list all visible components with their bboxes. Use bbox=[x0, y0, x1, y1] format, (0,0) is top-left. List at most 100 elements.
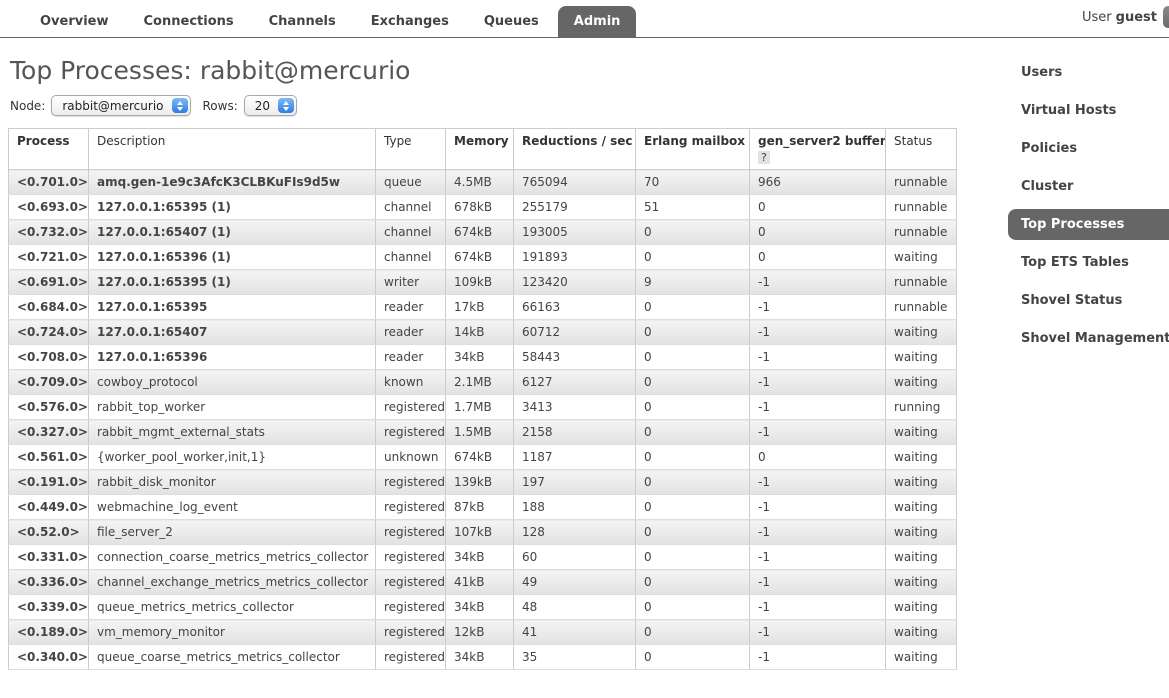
col-header-reductions-sec[interactable]: Reductions / sec bbox=[514, 129, 636, 170]
description-cell: channel_exchange_metrics_metrics_collect… bbox=[89, 570, 376, 595]
mailbox-cell: 0 bbox=[636, 645, 750, 670]
col-header-label: Reductions / sec bbox=[522, 134, 633, 148]
memory-cell: 12kB bbox=[446, 620, 514, 645]
col-header-label: Type bbox=[384, 134, 412, 148]
top-nav-bar: OverviewConnectionsChannelsExchangesQueu… bbox=[0, 0, 1169, 38]
type-cell: channel bbox=[376, 195, 446, 220]
mailbox-cell: 0 bbox=[636, 295, 750, 320]
col-header-gen-server2-buffer[interactable]: gen_server2 buffer? bbox=[750, 129, 886, 170]
description-cell: rabbit_top_worker bbox=[89, 395, 376, 420]
table-row: <0.576.0>rabbit_top_workerregistered1.7M… bbox=[9, 395, 957, 420]
description-cell[interactable]: 127.0.0.1:65407 bbox=[89, 320, 376, 345]
description-cell[interactable]: 127.0.0.1:65396 (1) bbox=[89, 245, 376, 270]
tab-connections[interactable]: Connections bbox=[128, 6, 250, 37]
description-cell[interactable]: 127.0.0.1:65395 (1) bbox=[89, 195, 376, 220]
reductions-cell: 191893 bbox=[514, 245, 636, 270]
reductions-cell: 60 bbox=[514, 545, 636, 570]
sidebar-item-cluster[interactable]: Cluster bbox=[1008, 171, 1169, 202]
col-header-label: Description bbox=[97, 134, 165, 148]
memory-cell: 107kB bbox=[446, 520, 514, 545]
process-cell: <0.721.0> bbox=[9, 245, 89, 270]
table-row: <0.708.0>127.0.0.1:65396reader34kB584430… bbox=[9, 345, 957, 370]
buffer-cell: -1 bbox=[750, 295, 886, 320]
sidebar-item-users[interactable]: Users bbox=[1008, 57, 1169, 88]
process-cell: <0.339.0> bbox=[9, 595, 89, 620]
reductions-cell: 2158 bbox=[514, 420, 636, 445]
table-row: <0.701.0>amq.gen-1e9c3AfcK3CLBKuFIs9d5wq… bbox=[9, 170, 957, 195]
tab-overview[interactable]: Overview bbox=[24, 6, 125, 37]
description-cell: webmachine_log_event bbox=[89, 495, 376, 520]
description-cell[interactable]: 127.0.0.1:65407 (1) bbox=[89, 220, 376, 245]
col-header-description: Description bbox=[89, 129, 376, 170]
mailbox-cell: 9 bbox=[636, 270, 750, 295]
col-header-label: gen_server2 buffer bbox=[758, 134, 886, 148]
buffer-cell: -1 bbox=[750, 570, 886, 595]
status-cell: runnable bbox=[886, 195, 957, 220]
memory-cell: 41kB bbox=[446, 570, 514, 595]
buffer-cell: -1 bbox=[750, 420, 886, 445]
description-cell[interactable]: 127.0.0.1:65395 bbox=[89, 295, 376, 320]
mailbox-cell: 70 bbox=[636, 170, 750, 195]
status-cell: waiting bbox=[886, 645, 957, 670]
table-controls: Node: rabbit@mercurio Rows: 20 bbox=[10, 95, 1169, 116]
process-cell: <0.327.0> bbox=[9, 420, 89, 445]
tab-queues[interactable]: Queues bbox=[468, 6, 555, 37]
description-cell: rabbit_disk_monitor bbox=[89, 470, 376, 495]
memory-cell: 678kB bbox=[446, 195, 514, 220]
status-cell: waiting bbox=[886, 545, 957, 570]
nav-tabs: OverviewConnectionsChannelsExchangesQueu… bbox=[0, 0, 1169, 38]
reductions-cell: 123420 bbox=[514, 270, 636, 295]
description-cell: cowboy_protocol bbox=[89, 370, 376, 395]
type-cell: registered bbox=[376, 495, 446, 520]
process-cell: <0.708.0> bbox=[9, 345, 89, 370]
select-stepper-icon bbox=[278, 98, 294, 113]
memory-cell: 674kB bbox=[446, 245, 514, 270]
description-cell[interactable]: 127.0.0.1:65395 (1) bbox=[89, 270, 376, 295]
mailbox-cell: 0 bbox=[636, 620, 750, 645]
status-cell: waiting bbox=[886, 320, 957, 345]
status-cell: runnable bbox=[886, 220, 957, 245]
node-select[interactable]: rabbit@mercurio bbox=[51, 95, 190, 116]
reductions-cell: 128 bbox=[514, 520, 636, 545]
status-cell: running bbox=[886, 395, 957, 420]
sidebar-item-policies[interactable]: Policies bbox=[1008, 133, 1169, 164]
memory-cell: 674kB bbox=[446, 445, 514, 470]
mailbox-cell: 0 bbox=[636, 595, 750, 620]
col-header-erlang-mailbox[interactable]: Erlang mailbox bbox=[636, 129, 750, 170]
help-icon[interactable]: ? bbox=[758, 151, 770, 164]
memory-cell: 34kB bbox=[446, 595, 514, 620]
tab-channels[interactable]: Channels bbox=[253, 6, 352, 37]
sidebar-item-top-processes[interactable]: Top Processes bbox=[1008, 209, 1169, 240]
logout-button[interactable]: Log out bbox=[1163, 6, 1169, 28]
tab-admin[interactable]: Admin bbox=[558, 6, 637, 37]
col-header-process[interactable]: Process bbox=[9, 129, 89, 170]
process-cell: <0.340.0> bbox=[9, 645, 89, 670]
table-row: <0.561.0>{worker_pool_worker,init,1}unkn… bbox=[9, 445, 957, 470]
type-cell: channel bbox=[376, 245, 446, 270]
rows-select[interactable]: 20 bbox=[244, 95, 297, 116]
buffer-cell: -1 bbox=[750, 520, 886, 545]
status-cell: waiting bbox=[886, 495, 957, 520]
sidebar-item-virtual-hosts[interactable]: Virtual Hosts bbox=[1008, 95, 1169, 126]
buffer-cell: -1 bbox=[750, 470, 886, 495]
description-cell[interactable]: 127.0.0.1:65396 bbox=[89, 345, 376, 370]
description-cell[interactable]: amq.gen-1e9c3AfcK3CLBKuFIs9d5w bbox=[89, 170, 376, 195]
col-header-memory[interactable]: Memory bbox=[446, 129, 514, 170]
table-row: <0.724.0>127.0.0.1:65407reader14kB607120… bbox=[9, 320, 957, 345]
type-cell: reader bbox=[376, 345, 446, 370]
reductions-cell: 48 bbox=[514, 595, 636, 620]
tab-exchanges[interactable]: Exchanges bbox=[355, 6, 465, 37]
admin-sidebar: Users Virtual Hosts Policies Cluster Top Pro… bbox=[1008, 57, 1169, 361]
process-cell: <0.693.0> bbox=[9, 195, 89, 220]
sidebar-item-top-ets-tables[interactable]: Top ETS Tables bbox=[1008, 247, 1169, 278]
process-cell: <0.331.0> bbox=[9, 545, 89, 570]
type-cell: registered bbox=[376, 545, 446, 570]
reductions-cell: 255179 bbox=[514, 195, 636, 220]
table-row: <0.191.0>rabbit_disk_monitorregistered13… bbox=[9, 470, 957, 495]
sidebar-item-shovel-management[interactable]: Shovel Management bbox=[1008, 323, 1169, 354]
table-row: <0.449.0>webmachine_log_eventregistered8… bbox=[9, 495, 957, 520]
sidebar-item-shovel-status[interactable]: Shovel Status bbox=[1008, 285, 1169, 316]
process-cell: <0.561.0> bbox=[9, 445, 89, 470]
user-label: User bbox=[1082, 10, 1112, 25]
col-header-label: Memory bbox=[454, 134, 509, 148]
